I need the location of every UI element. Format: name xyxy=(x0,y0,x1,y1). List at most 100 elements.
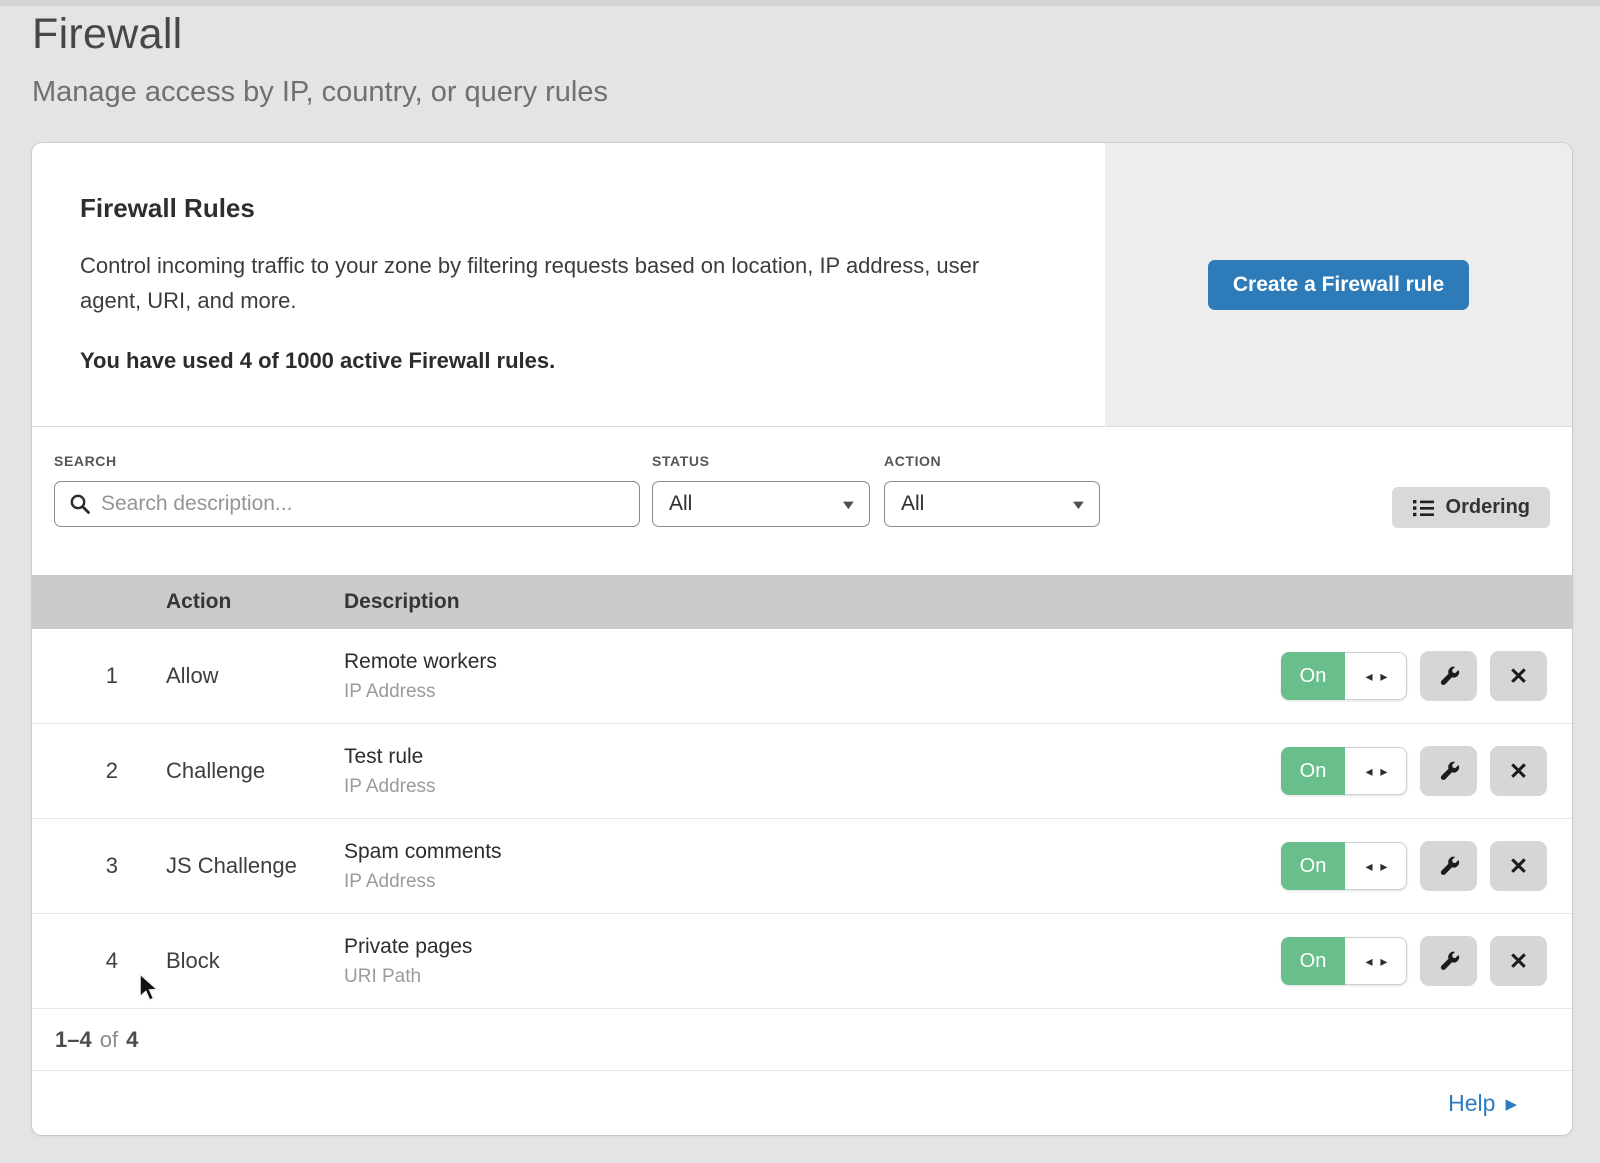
window-top-edge xyxy=(0,0,1600,6)
ordering-button-label: Ordering xyxy=(1446,496,1530,519)
page-subtitle: Manage access by IP, country, or query r… xyxy=(32,76,1600,109)
wrench-icon xyxy=(1437,949,1461,973)
close-icon: ✕ xyxy=(1509,758,1528,785)
close-icon: ✕ xyxy=(1509,948,1528,975)
card-footer: Help ▶ xyxy=(32,1071,1572,1135)
rule-controls: On ◂ ▸ ✕ xyxy=(1281,746,1572,796)
help-arrow-icon: ▶ xyxy=(1505,1095,1517,1113)
rule-description: Remote workers xyxy=(344,650,1281,674)
rule-priority: 2 xyxy=(32,758,118,784)
pagination: 1–4 of 4 xyxy=(32,1009,1572,1071)
usage-note: You have used 4 of 1000 active Firewall … xyxy=(80,348,1045,374)
mouse-cursor xyxy=(138,973,166,1003)
toggle-arrows-icon: ◂ ▸ xyxy=(1345,747,1407,795)
chevron-down-icon: ▼ xyxy=(1070,497,1088,512)
pagination-of: of xyxy=(100,1027,118,1053)
rule-description-cell: Remote workers IP Address xyxy=(344,650,1281,703)
search-input[interactable] xyxy=(54,481,640,527)
rule-action: Block xyxy=(118,948,344,974)
delete-rule-button[interactable]: ✕ xyxy=(1490,746,1547,796)
firewall-card: Firewall Rules Control incoming traffic … xyxy=(32,143,1572,1135)
pagination-total: 4 xyxy=(126,1027,138,1053)
rule-controls: On ◂ ▸ ✕ xyxy=(1281,841,1572,891)
column-header-action: Action xyxy=(118,590,344,614)
search-icon xyxy=(68,492,92,516)
close-icon: ✕ xyxy=(1509,853,1528,880)
rule-controls: On ◂ ▸ ✕ xyxy=(1281,651,1572,701)
firewall-rules-intro: Firewall Rules Control incoming traffic … xyxy=(32,143,1572,427)
search-filter-group: SEARCH xyxy=(54,453,640,527)
pagination-range: 1–4 xyxy=(55,1027,92,1053)
toggle-arrows-icon: ◂ ▸ xyxy=(1345,652,1407,700)
table-row: 3 JS Challenge Spam comments IP Address … xyxy=(32,819,1572,914)
edit-rule-button[interactable] xyxy=(1420,651,1477,701)
action-filter-select[interactable]: All ▼ xyxy=(884,481,1100,527)
rule-match-type: IP Address xyxy=(344,871,1281,893)
rule-priority: 4 xyxy=(32,948,118,974)
firewall-rules-table: Action Description 1 Allow Remote worker… xyxy=(32,575,1572,1135)
status-filter-select[interactable]: All ▼ xyxy=(652,481,870,527)
status-selected-value: All xyxy=(669,492,692,516)
edit-rule-button[interactable] xyxy=(1420,746,1477,796)
help-link-label: Help xyxy=(1448,1090,1495,1117)
wrench-icon xyxy=(1437,854,1461,878)
table-row: 4 Block Private pages URI Path On ◂ ▸ ✕ xyxy=(32,914,1572,1009)
toggle-state-label: On xyxy=(1281,842,1345,890)
page-header: Firewall Manage access by IP, country, o… xyxy=(0,0,1600,109)
rule-toggle[interactable]: On ◂ ▸ xyxy=(1281,842,1407,890)
rule-priority: 1 xyxy=(32,663,118,689)
rule-description-cell: Private pages URI Path xyxy=(344,935,1281,988)
action-filter-group: ACTION All ▼ xyxy=(884,453,1100,527)
edit-rule-button[interactable] xyxy=(1420,936,1477,986)
card-description: Control incoming traffic to your zone by… xyxy=(80,248,1025,318)
rule-toggle[interactable]: On ◂ ▸ xyxy=(1281,937,1407,985)
toggle-state-label: On xyxy=(1281,937,1345,985)
intro-text-panel: Firewall Rules Control incoming traffic … xyxy=(32,143,1105,426)
chevron-down-icon: ▼ xyxy=(840,497,858,512)
delete-rule-button[interactable]: ✕ xyxy=(1490,841,1547,891)
filters-bar: SEARCH STATUS All ▼ ACTION All ▼ xyxy=(32,427,1572,575)
status-filter-group: STATUS All ▼ xyxy=(652,453,870,527)
toggle-arrows-icon: ◂ ▸ xyxy=(1345,842,1407,890)
create-rule-panel: Create a Firewall rule xyxy=(1105,143,1572,426)
close-icon: ✕ xyxy=(1509,663,1528,690)
help-link[interactable]: Help ▶ xyxy=(1448,1090,1517,1117)
toggle-state-label: On xyxy=(1281,652,1345,700)
wrench-icon xyxy=(1437,664,1461,688)
edit-rule-button[interactable] xyxy=(1420,841,1477,891)
rule-description-cell: Spam comments IP Address xyxy=(344,840,1281,893)
rule-action: Allow xyxy=(118,663,344,689)
rule-toggle[interactable]: On ◂ ▸ xyxy=(1281,747,1407,795)
rule-match-type: IP Address xyxy=(344,776,1281,798)
rule-action: JS Challenge xyxy=(118,853,344,879)
rule-priority: 3 xyxy=(32,853,118,879)
search-input-wrap xyxy=(54,481,640,527)
rule-action: Challenge xyxy=(118,758,344,784)
table-row: 1 Allow Remote workers IP Address On ◂ ▸… xyxy=(32,629,1572,724)
toggle-arrows-icon: ◂ ▸ xyxy=(1345,937,1407,985)
rule-description: Spam comments xyxy=(344,840,1281,864)
rule-description: Private pages xyxy=(344,935,1281,959)
card-heading: Firewall Rules xyxy=(80,193,1045,224)
search-label: SEARCH xyxy=(54,453,640,469)
create-firewall-rule-button[interactable]: Create a Firewall rule xyxy=(1208,260,1469,310)
action-label: ACTION xyxy=(884,453,1100,469)
table-header-row: Action Description xyxy=(32,575,1572,629)
ordered-list-icon xyxy=(1412,498,1435,518)
status-label: STATUS xyxy=(652,453,870,469)
delete-rule-button[interactable]: ✕ xyxy=(1490,936,1547,986)
table-row: 2 Challenge Test rule IP Address On ◂ ▸ … xyxy=(32,724,1572,819)
rule-toggle[interactable]: On ◂ ▸ xyxy=(1281,652,1407,700)
page-title: Firewall xyxy=(32,10,1600,59)
ordering-button[interactable]: Ordering xyxy=(1392,487,1550,528)
action-selected-value: All xyxy=(901,492,924,516)
rule-match-type: URI Path xyxy=(344,966,1281,988)
rule-description: Test rule xyxy=(344,745,1281,769)
toggle-state-label: On xyxy=(1281,747,1345,795)
delete-rule-button[interactable]: ✕ xyxy=(1490,651,1547,701)
rule-controls: On ◂ ▸ ✕ xyxy=(1281,936,1572,986)
rule-description-cell: Test rule IP Address xyxy=(344,745,1281,798)
wrench-icon xyxy=(1437,759,1461,783)
column-header-description: Description xyxy=(344,590,1572,614)
rule-match-type: IP Address xyxy=(344,681,1281,703)
